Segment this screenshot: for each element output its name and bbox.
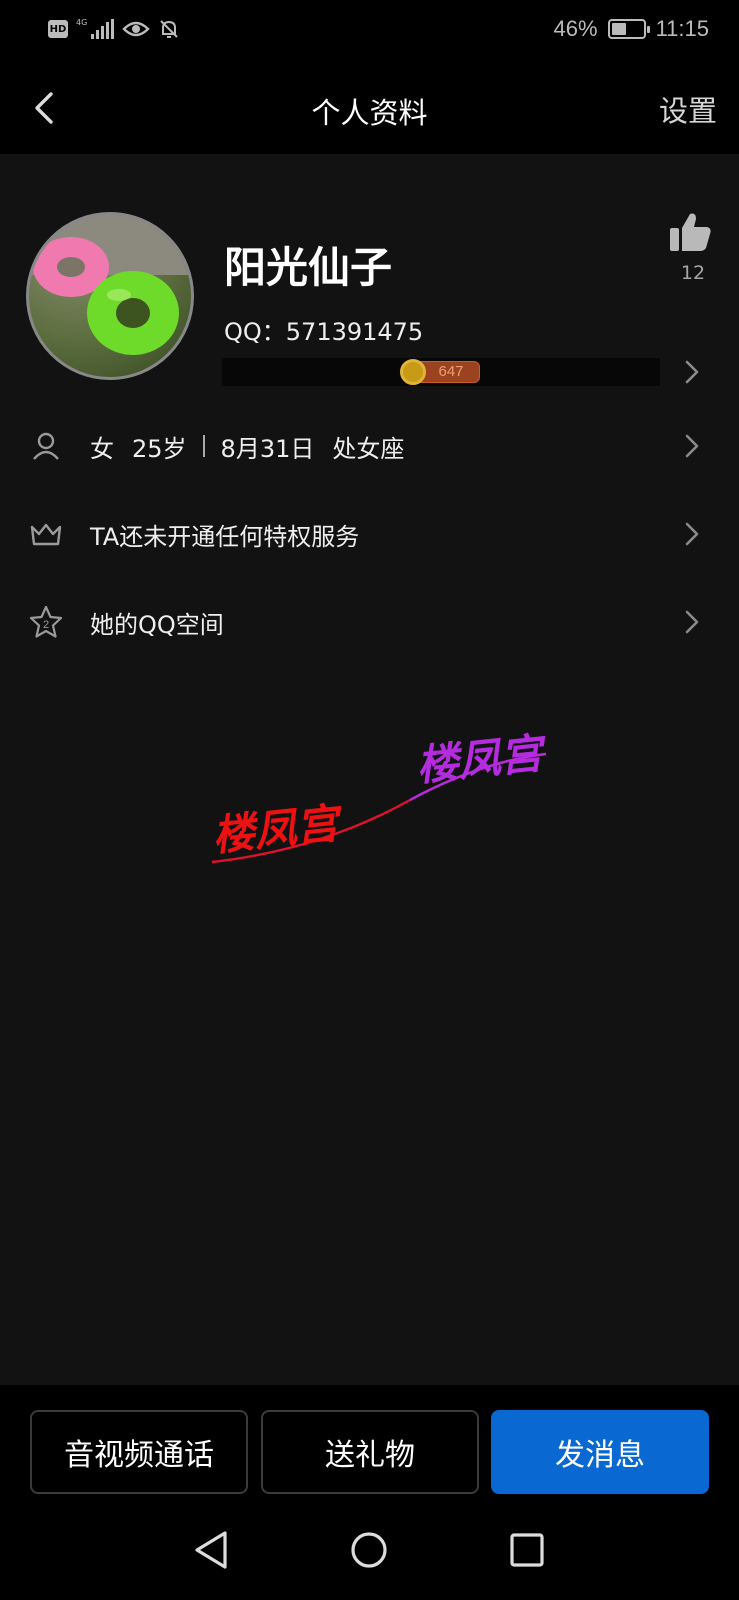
basic-info-text: 女 25岁 8月31日 处女座 — [90, 429, 404, 464]
person-icon — [28, 428, 64, 464]
nav-back-button[interactable] — [186, 1525, 236, 1575]
coin-icon — [400, 359, 426, 385]
nav-home-button[interactable] — [344, 1525, 394, 1575]
header: 个人资料 设置 — [0, 62, 739, 154]
zodiac: 处女座 — [332, 434, 405, 463]
avatar-image — [29, 215, 191, 355]
nav-recents-button[interactable] — [502, 1525, 552, 1575]
svg-text:2: 2 — [43, 619, 49, 631]
qq-number: QQ：571391475 — [224, 318, 424, 346]
age: 25岁 — [132, 434, 187, 463]
send-message-button[interactable]: 发消息 — [491, 1410, 709, 1494]
chevron-right-icon — [685, 434, 699, 458]
video-call-button[interactable]: 音视频通话 — [30, 1410, 248, 1494]
birthday: 8月31日 — [220, 434, 315, 463]
like-count: 12 — [680, 262, 706, 284]
battery-fill — [611, 23, 626, 35]
status-right: 46% 11:15 — [554, 16, 709, 42]
coin-badge: 647 — [400, 358, 482, 386]
basic-info-row[interactable]: 女 25岁 8月31日 处女座 — [0, 406, 739, 486]
thumbs-up-icon — [670, 213, 711, 251]
status-bar: HD 4G 46% 11:15 — [0, 0, 739, 62]
crown-icon — [28, 516, 64, 552]
battery-percent: 46% — [553, 16, 598, 41]
send-gift-button[interactable]: 送礼物 — [261, 1410, 479, 1494]
circle-home-icon — [351, 1532, 387, 1568]
avatar[interactable] — [26, 212, 194, 380]
chevron-right-icon — [685, 522, 699, 546]
eye-icon — [122, 21, 150, 37]
nickname: 阳光仙子 — [224, 243, 393, 292]
privilege-text: TA还未开通任何特权服务 — [90, 522, 360, 551]
triangle-back-icon — [195, 1531, 227, 1569]
gender: 女 — [90, 434, 114, 463]
like-button[interactable] — [670, 212, 718, 256]
bottom-bar: 音视频通话 送礼物 发消息 — [0, 1385, 739, 1600]
qzone-text: 她的QQ空间 — [90, 610, 224, 639]
chevron-right-icon — [685, 610, 699, 634]
divider — [202, 435, 205, 457]
qzone-row[interactable]: 2 她的QQ空间 — [0, 582, 739, 662]
privilege-row[interactable]: TA还未开通任何特权服务 — [0, 494, 739, 574]
chevron-right-icon[interactable] — [684, 358, 700, 386]
square-recents-icon — [510, 1533, 544, 1567]
page-title: 个人资料 — [311, 96, 428, 130]
status-icons-left: HD 4G — [48, 18, 180, 40]
battery-icon — [607, 19, 650, 39]
clock: 11:15 — [655, 16, 709, 41]
settings-button[interactable]: 设置 — [659, 88, 717, 130]
bell-mute-icon — [160, 20, 179, 38]
hd-icon: HD — [48, 20, 68, 38]
signal-4g-icon: 4G — [76, 19, 115, 39]
star-icon: 2 — [28, 604, 64, 640]
